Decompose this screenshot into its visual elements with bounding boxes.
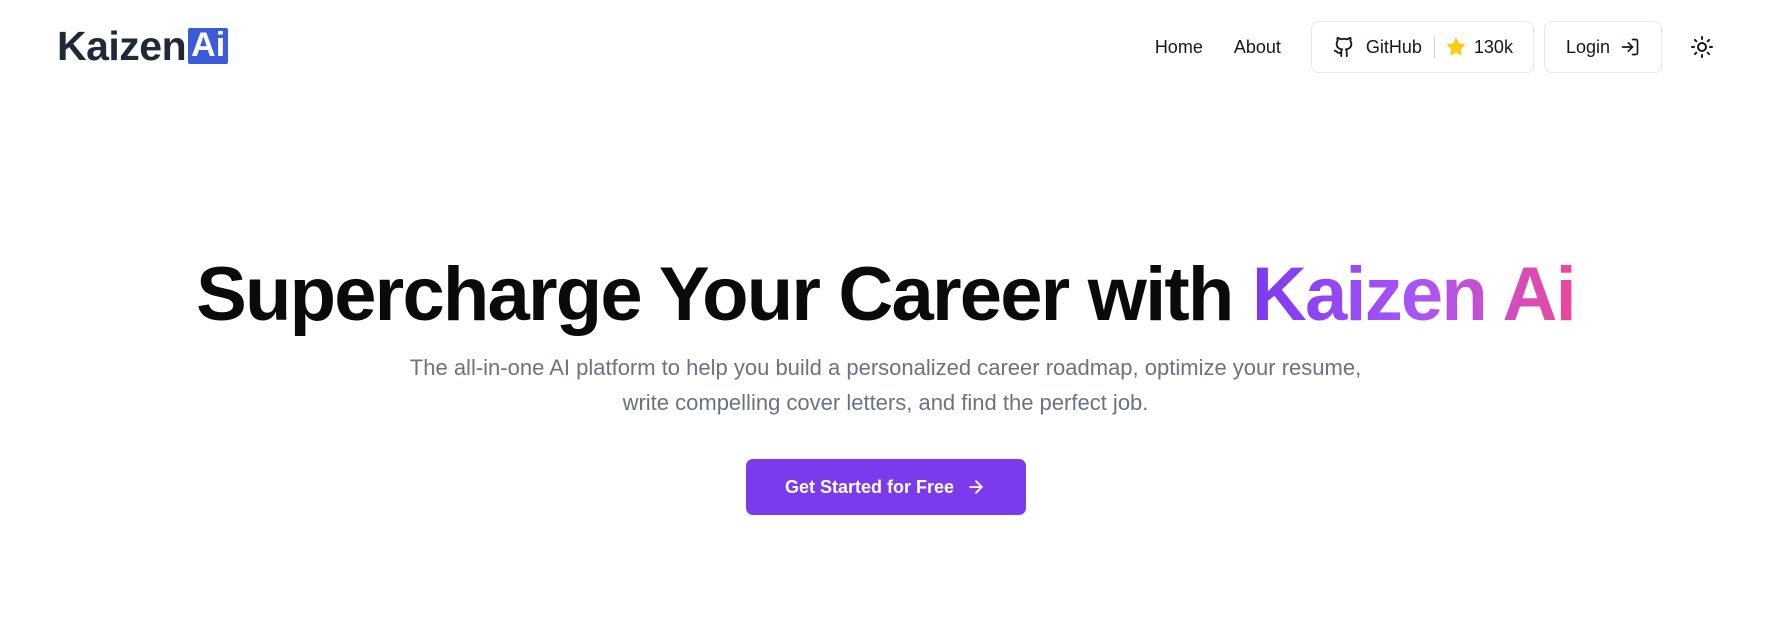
cta-label: Get Started for Free (784, 476, 955, 497)
theme-toggle-button[interactable] (1688, 33, 1716, 61)
hero-headline: Supercharge Your Career with Kaizen Ai (0, 250, 1771, 340)
sun-icon (1690, 35, 1714, 59)
headline-brand: Kaizen Ai (1251, 252, 1577, 337)
nav-link-home[interactable]: Home (1155, 37, 1203, 58)
login-icon (1620, 37, 1640, 57)
github-star-count: 130k (1473, 36, 1513, 57)
headline-prefix: Supercharge Your Career with (196, 252, 1234, 337)
github-label: GitHub (1365, 36, 1422, 57)
hero-section: Supercharge Your Career with Kaizen Ai T… (0, 250, 1771, 515)
star-icon (1446, 37, 1466, 57)
get-started-button[interactable]: Get Started for Free (745, 459, 1026, 515)
logo-text: Kaizen (57, 23, 187, 69)
logo-badge: Ai (188, 28, 229, 64)
github-icon (1333, 36, 1355, 58)
github-button[interactable]: GitHub 130k (1310, 21, 1534, 73)
login-button[interactable]: Login (1543, 21, 1662, 73)
nav-link-about[interactable]: About (1234, 37, 1281, 58)
main-nav: Home About GitHub 130k Login (1155, 21, 1771, 73)
hero-subtitle: The all-in-one AI platform to help you b… (409, 355, 1362, 415)
login-label: Login (1565, 36, 1610, 57)
github-divider (1433, 36, 1435, 58)
arrow-right-icon (966, 477, 986, 497)
logo[interactable]: Kaizen Ai (57, 23, 229, 69)
site-header: Kaizen Ai Home About GitHub 130k Login (0, 0, 1771, 96)
